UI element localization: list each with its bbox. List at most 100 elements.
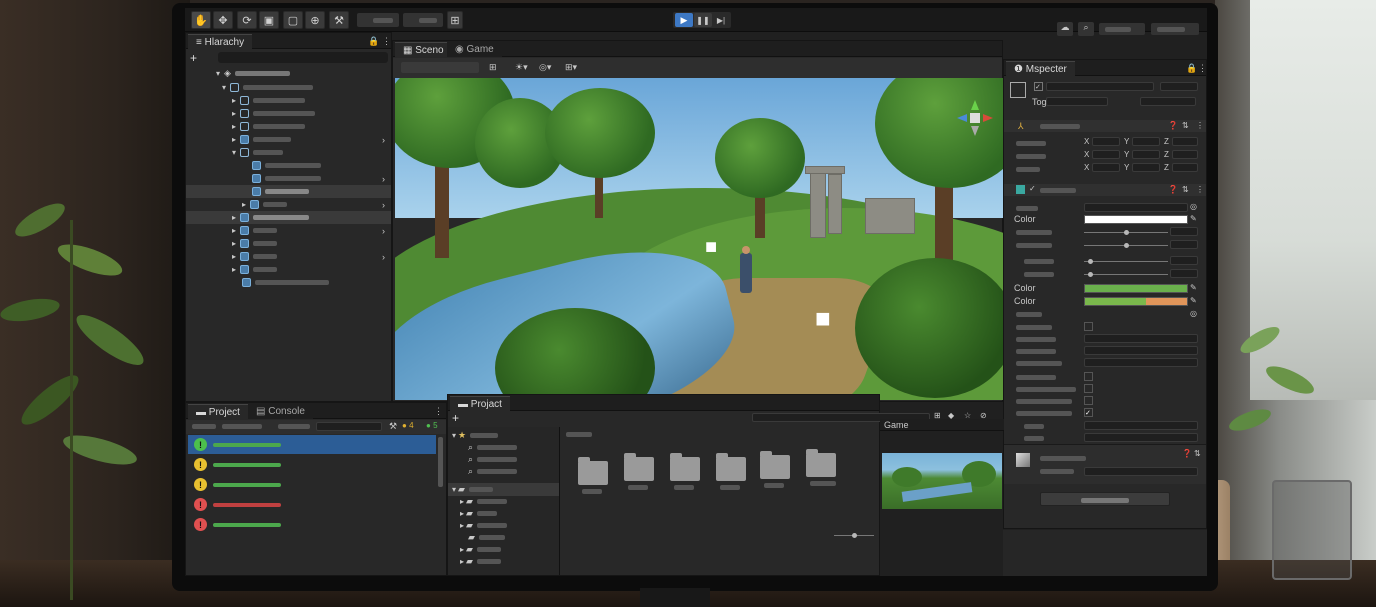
tree-row[interactable]: ▸ [186, 237, 391, 250]
lock-icon[interactable]: 🔒 [368, 36, 379, 47]
error-pause-icon[interactable]: ⚒ [389, 421, 397, 432]
menu-icon[interactable]: ⋮ [1198, 63, 1207, 74]
move-icon[interactable]: ✥ [213, 11, 233, 29]
tree-row[interactable]: ▸ › [186, 198, 391, 211]
player-character[interactable] [740, 253, 752, 293]
scale-x-field[interactable] [1092, 163, 1120, 172]
play-icon[interactable]: ▶ [675, 13, 693, 27]
slider-value[interactable] [1170, 240, 1198, 249]
draw-mode-dropdown[interactable] [401, 62, 479, 73]
dropdown[interactable] [1084, 433, 1198, 442]
camera-gizmo-icon[interactable]: ■ [705, 236, 717, 259]
console-log-row[interactable]: ! [188, 495, 436, 514]
light-icon[interactable]: ☀▾ [515, 62, 528, 73]
slider-value[interactable] [1170, 269, 1198, 278]
game-preview[interactable] [882, 453, 1002, 509]
scrollbar[interactable] [438, 437, 443, 487]
scene-viewport[interactable]: ■ ■ [395, 78, 1003, 400]
checkbox[interactable] [1084, 372, 1093, 381]
color-swatch[interactable] [1084, 297, 1188, 306]
zoom-slider-handle[interactable] [852, 533, 857, 538]
slider-track[interactable] [1084, 274, 1168, 275]
search-icon[interactable]: ⌕ [1078, 22, 1094, 36]
tree-row[interactable]: ▸ [186, 107, 391, 120]
pos-z-field[interactable] [1172, 137, 1198, 146]
snap-icon[interactable]: ⊞ [447, 11, 463, 29]
layers-dropdown[interactable] [1099, 23, 1145, 35]
eyedropper-icon[interactable]: ✎ [1190, 214, 1197, 223]
slider-handle[interactable] [1088, 272, 1093, 277]
settings-icon[interactable]: ⇅ [1194, 449, 1201, 458]
menu-icon[interactable]: ⋮ [434, 406, 443, 417]
grid-icon[interactable]: ⊞ [489, 62, 497, 73]
add-button[interactable]: + [452, 411, 459, 425]
tree-row-scene[interactable]: ▾ ◈ [186, 67, 391, 80]
audio-icon[interactable]: ◎▾ [539, 62, 551, 73]
transform-icon[interactable]: ⊕ [305, 11, 325, 29]
menu-icon[interactable]: ⋮ [382, 36, 391, 47]
fx-icon[interactable]: ⊞▾ [565, 62, 577, 73]
rot-y-field[interactable] [1132, 150, 1160, 159]
warning-count[interactable]: ● 4 [402, 421, 414, 430]
folder-icon[interactable] [716, 453, 746, 481]
color-swatch[interactable] [1084, 215, 1188, 224]
console-log-row[interactable]: ! [188, 475, 436, 494]
target-icon[interactable]: ◎ [1190, 309, 1197, 318]
active-checkbox[interactable]: ✓ [1034, 82, 1043, 91]
tab-console[interactable]: ▤ Console [248, 404, 313, 419]
dropdown[interactable] [1084, 334, 1198, 343]
tag-dropdown[interactable] [1046, 97, 1108, 106]
menu-icon[interactable]: ⋮ [1196, 121, 1204, 130]
folder-icon[interactable] [624, 453, 654, 481]
tree-row[interactable]: ▸ [186, 94, 391, 107]
add-component-button[interactable] [1040, 492, 1170, 506]
tab-hierarchy[interactable]: ≡ Hlarachy [188, 34, 253, 49]
shader-dropdown[interactable] [1084, 467, 1198, 476]
camera-gizmo-icon[interactable]: ■ [815, 303, 831, 334]
dropdown[interactable] [1084, 346, 1198, 355]
pause-icon[interactable]: ❚❚ [694, 13, 712, 27]
dropdown[interactable] [1084, 421, 1198, 430]
custom-tool-icon[interactable]: ⚒ [329, 11, 349, 29]
slider-handle[interactable] [1088, 259, 1093, 264]
slider-value[interactable] [1170, 227, 1198, 236]
hand-icon[interactable]: ✋ [191, 11, 211, 29]
slider-handle[interactable] [1124, 230, 1129, 235]
help-icon[interactable]: ❓ [1182, 449, 1192, 458]
slider-value[interactable] [1170, 256, 1198, 265]
component-header[interactable]: ✓ ❓ ⇅ ⋮ [1004, 184, 1206, 196]
scale-y-field[interactable] [1132, 163, 1160, 172]
rot-z-field[interactable] [1172, 150, 1198, 159]
layout-dropdown[interactable] [1151, 23, 1199, 35]
enabled-checkbox[interactable]: ✓ [1029, 184, 1036, 193]
console-log-row[interactable]: ! [188, 515, 436, 534]
eyedropper-icon[interactable]: ✎ [1190, 283, 1197, 292]
orientation-gizmo[interactable] [955, 98, 995, 138]
folder-icon[interactable] [670, 453, 700, 481]
folder-icon[interactable] [760, 451, 790, 479]
static-dropdown[interactable] [1160, 82, 1198, 91]
tab-scene[interactable]: ▦ Sceno [395, 42, 452, 57]
tree-row-selected[interactable] [186, 185, 391, 198]
search-input[interactable] [218, 52, 388, 63]
tree-row[interactable]: ▾ [186, 146, 391, 159]
tree-row[interactable]: ▾ [186, 81, 391, 94]
rect-icon[interactable]: ▢ [283, 11, 303, 29]
folder-icon[interactable] [806, 449, 836, 477]
checkbox[interactable]: ✓ [1084, 408, 1093, 417]
eyedropper-icon[interactable]: ✎ [1190, 296, 1197, 305]
folder-icon[interactable] [578, 457, 608, 485]
pos-y-field[interactable] [1132, 137, 1160, 146]
tree-row[interactable] [186, 159, 391, 172]
help-icon[interactable]: ❓ [1168, 121, 1178, 130]
name-field[interactable] [1046, 82, 1154, 91]
target-icon[interactable]: ◎ [1190, 202, 1197, 211]
rotate-icon[interactable]: ⟳ [237, 11, 257, 29]
object-field[interactable] [1084, 203, 1188, 212]
tab-project[interactable]: ▬ Projact [450, 396, 510, 411]
help-icon[interactable]: ❓ [1168, 185, 1178, 194]
rot-x-field[interactable] [1092, 150, 1120, 159]
tree-row[interactable] [186, 276, 391, 289]
console-search-input[interactable] [316, 422, 382, 431]
settings-icon[interactable]: ⇅ [1182, 185, 1189, 194]
